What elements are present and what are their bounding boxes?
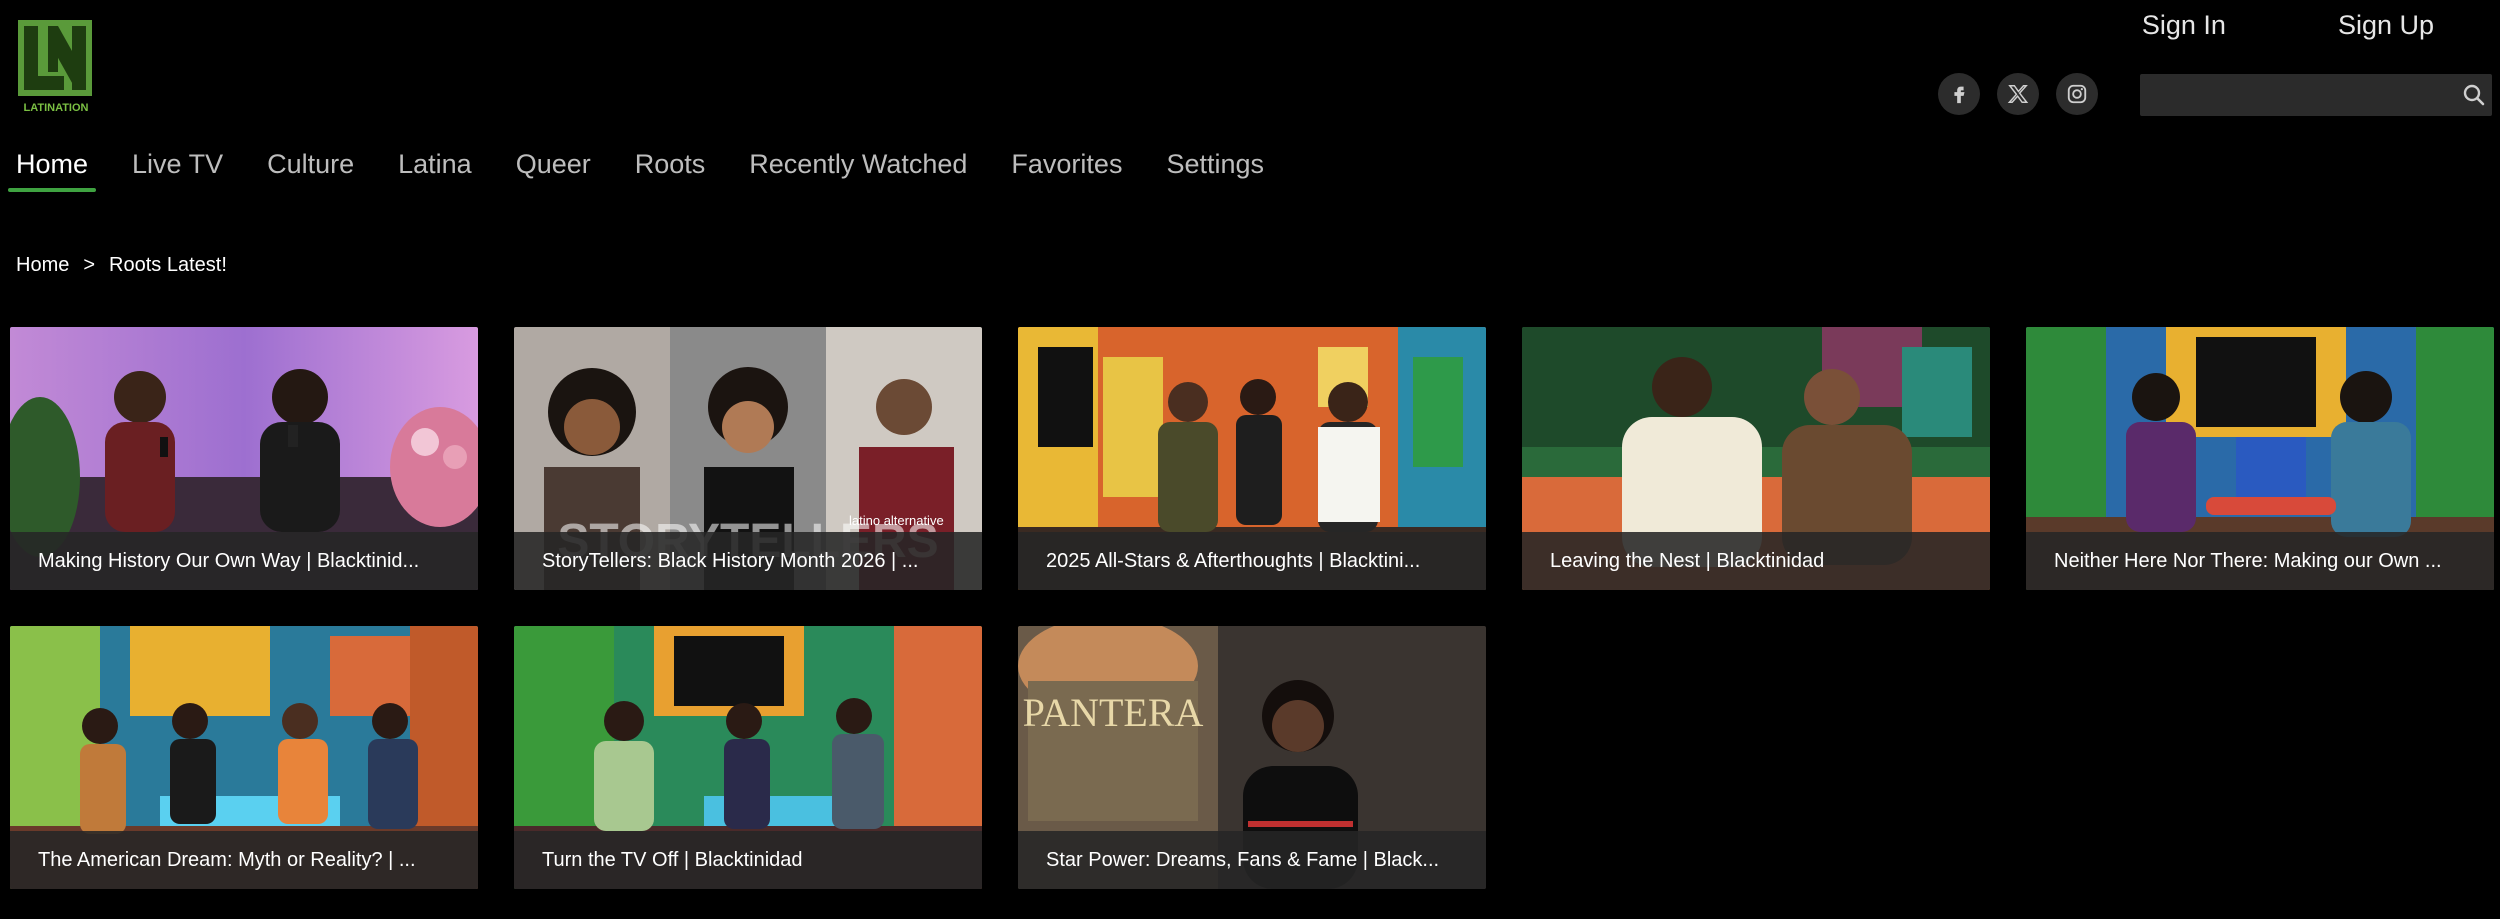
video-caption: The American Dream: Myth or Reality? | .… [10, 831, 478, 889]
video-card[interactable]: Neither Here Nor There: Making our Own .… [2026, 327, 2494, 590]
video-title: The American Dream: Myth or Reality? | .… [38, 848, 416, 871]
video-title: Turn the TV Off | Blacktinidad [542, 848, 803, 871]
storytellers-subtext: latino alternative [849, 513, 944, 528]
video-caption: Star Power: Dreams, Fans & Fame | Black.… [1018, 831, 1486, 889]
facebook-icon[interactable] [1938, 73, 1980, 115]
pantera-poster-text: PANTERA [1023, 690, 1204, 735]
video-card[interactable]: PANTERA Star Power: Dreams, Fans & Fame … [1018, 626, 1486, 889]
video-caption: Leaving the Nest | Blacktinidad [1522, 532, 1990, 590]
sign-in-link[interactable]: Sign In [2142, 10, 2226, 41]
video-caption: StoryTellers: Black History Month 2026 |… [514, 532, 982, 590]
search-input[interactable] [2140, 74, 2456, 116]
breadcrumb-home[interactable]: Home [16, 254, 69, 277]
video-caption: Turn the TV Off | Blacktinidad [514, 831, 982, 889]
video-caption: Neither Here Nor There: Making our Own .… [2026, 532, 2494, 590]
nav-item-latina[interactable]: Latina [390, 145, 480, 192]
video-title: Star Power: Dreams, Fans & Fame | Black.… [1046, 848, 1440, 871]
breadcrumb-separator: > [83, 254, 96, 276]
nav-item-home[interactable]: Home [8, 145, 97, 192]
nav-item-live-tv[interactable]: Live TV [124, 145, 231, 192]
video-card[interactable]: 2025 All-Stars & Afterthoughts | Blackti… [1018, 327, 1486, 590]
video-grid: Making History Our Own Way | Blacktinid.… [10, 327, 2494, 889]
logo-wordmark: LATINATION [24, 102, 89, 114]
video-card[interactable]: STORYTELLERS latino alternative StoryTel… [514, 327, 982, 590]
video-card[interactable]: Making History Our Own Way | Blacktinid.… [10, 327, 478, 590]
nav-item-settings[interactable]: Settings [1158, 145, 1272, 192]
sign-up-link[interactable]: Sign Up [2338, 10, 2434, 41]
nav-item-favorites[interactable]: Favorites [1003, 145, 1130, 192]
nav-item-roots[interactable]: Roots [627, 145, 714, 192]
auth-links: Sign In Sign Up [2142, 10, 2434, 41]
video-title: Making History Our Own Way | Blacktinid.… [38, 549, 420, 572]
video-title: Neither Here Nor There: Making our Own .… [2054, 549, 2442, 572]
video-title: StoryTellers: Black History Month 2026 |… [542, 549, 919, 572]
video-card[interactable]: Leaving the Nest | Blacktinidad [1522, 327, 1990, 590]
video-card[interactable]: The American Dream: Myth or Reality? | .… [10, 626, 478, 889]
nav-item-culture[interactable]: Culture [259, 145, 362, 192]
nav-item-queer[interactable]: Queer [508, 145, 599, 192]
x-twitter-icon[interactable] [1997, 73, 2039, 115]
main-nav: Home Live TV Culture Latina Queer Roots … [8, 145, 1300, 192]
breadcrumb-current: Roots Latest! [109, 254, 227, 276]
search-icon[interactable] [2456, 74, 2492, 116]
video-caption: 2025 All-Stars & Afterthoughts | Blackti… [1018, 532, 1486, 590]
video-card[interactable]: Turn the TV Off | Blacktinidad [514, 626, 982, 889]
nav-item-recently-watched[interactable]: Recently Watched [741, 145, 975, 192]
social-links [1938, 73, 2098, 115]
video-caption: Making History Our Own Way | Blacktinid.… [10, 532, 478, 590]
search-bar [2140, 74, 2492, 116]
breadcrumb: Home > Roots Latest! [16, 254, 227, 277]
video-title: Leaving the Nest | Blacktinidad [1550, 549, 1825, 572]
video-title: 2025 All-Stars & Afterthoughts | Blackti… [1046, 549, 1421, 572]
latination-logo[interactable]: LATINATION [16, 18, 96, 116]
instagram-icon[interactable] [2056, 73, 2098, 115]
